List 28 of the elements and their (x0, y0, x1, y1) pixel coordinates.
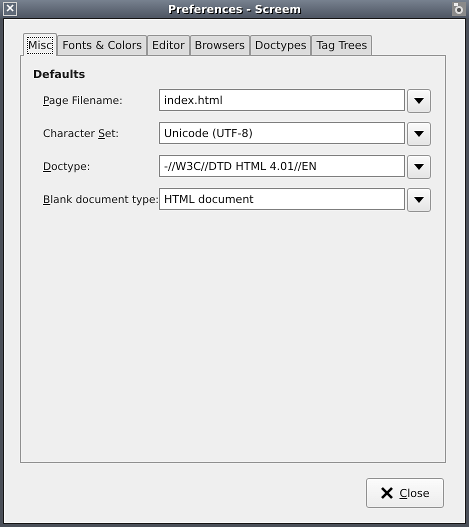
close-icon (380, 487, 392, 499)
combo-field[interactable]: -//W3C//DTD HTML 4.01//EN (159, 155, 405, 177)
caret-icon (414, 131, 424, 137)
field-label: Character Set: (43, 128, 120, 140)
combo-field[interactable]: Unicode (UTF-8) (159, 122, 405, 144)
app-icon (452, 2, 466, 16)
field-label: Page Filename: (43, 95, 124, 107)
close-button[interactable]: ✕ (3, 2, 17, 16)
tab[interactable]: Tag Trees (311, 35, 372, 55)
dropdown-button[interactable] (407, 188, 431, 212)
tab[interactable]: Editor (147, 35, 190, 55)
tab[interactable]: Fonts & Colors (57, 35, 148, 55)
close-button[interactable]: Close (366, 478, 444, 508)
caret-icon (414, 197, 424, 203)
section-heading: Defaults (33, 68, 86, 81)
caret-icon (414, 164, 424, 170)
caret-icon (414, 98, 424, 104)
dropdown-button[interactable] (407, 89, 431, 113)
dropdown-button[interactable] (407, 122, 431, 146)
dropdown-button[interactable] (407, 155, 431, 179)
combo-field[interactable]: HTML document (159, 188, 405, 210)
combo-field[interactable]: index.html (159, 89, 405, 111)
tab[interactable]: Doctypes (250, 35, 312, 55)
field-label: Blank document type: (43, 194, 159, 206)
field-label: Doctype: (43, 161, 92, 173)
tab[interactable]: Browsers (190, 35, 250, 55)
tab[interactable]: Misc (23, 33, 58, 56)
window-title: Preferences - Screem (167, 2, 302, 16)
